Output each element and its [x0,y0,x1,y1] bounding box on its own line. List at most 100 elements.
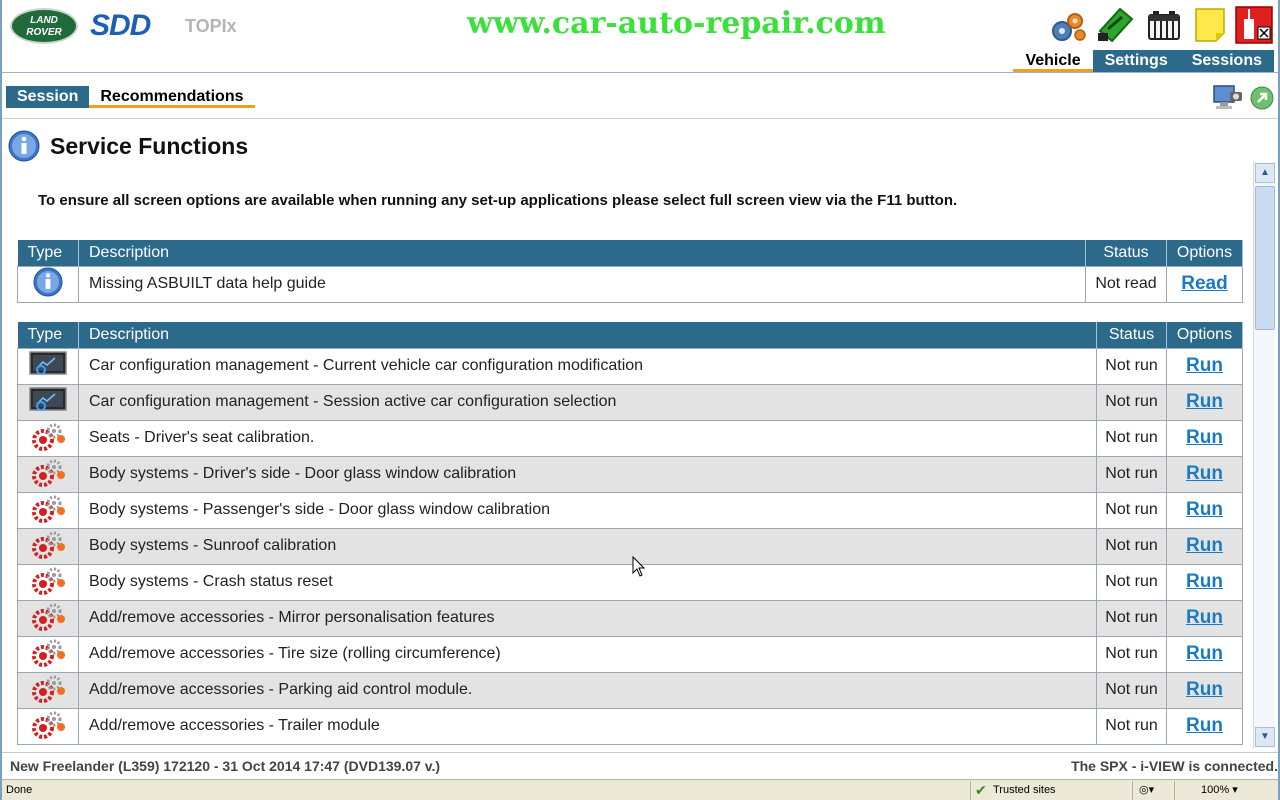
header-divider [2,72,1278,73]
page-status: Done [6,784,33,796]
app-footer: New Freelander (L359) 172120 - 31 Oct 20… [2,752,1278,778]
description-cell: Body systems - Passenger's side - Door g… [78,491,1097,529]
config-monitor-icon [29,350,67,375]
run-link-cell: Run [1166,671,1243,709]
run-link[interactable]: Run [1186,571,1223,592]
table-row: Add/remove accessories - Trailer module N… [17,707,1243,745]
app-header: LAND ROVER SDD TOPIx www.car-auto-repair.… [2,0,1278,52]
run-link[interactable]: Run [1186,355,1223,376]
column-header-description: Description [78,322,1097,348]
type-cell [17,491,79,529]
status-cell: Not run [1096,419,1167,457]
browser-status-bar: Done ✔ Trusted sites ◎▾ 100% ▾ [2,779,1278,800]
gears-icon [32,603,65,631]
tab-session[interactable]: Session [6,86,90,108]
connection-status: The SPX - i-VIEW is connected. [1071,758,1278,774]
status-cell: Not run [1096,527,1167,565]
description-cell: Add/remove accessories - Parking aid con… [78,671,1097,709]
status-cell: Not run [1096,491,1167,529]
type-cell [17,563,79,601]
exit-icon[interactable] [1234,5,1274,45]
zoom-level: 100% [1201,784,1230,796]
mouse-cursor-icon [632,556,646,577]
run-link-cell: Run [1166,455,1243,493]
zoom-control[interactable]: 100% ▾ [1174,781,1274,800]
notes-icon[interactable] [1190,5,1230,45]
table-row: Car configuration management - Session a… [17,383,1243,421]
land-rover-logo: LAND ROVER [10,8,78,44]
run-link-cell: Run [1166,635,1243,673]
sub-tab-bar: Session Recommendations [6,86,255,108]
main-tab-bar: Vehicle Settings Sessions [1013,50,1274,72]
settings-gears-icon[interactable] [1048,5,1088,45]
status-cell: Not run [1096,635,1167,673]
scroll-up-button[interactable]: ▲ [1255,163,1275,183]
battery-icon[interactable] [1144,5,1184,45]
description-cell: Car configuration management - Session a… [78,383,1097,421]
monitor-camera-icon[interactable] [1212,82,1244,112]
column-header-type: Type [17,322,79,348]
table-row: Add/remove accessories - Parking aid con… [17,671,1243,709]
description-cell: Body systems - Sunroof calibration [78,527,1097,565]
table-row: Seats - Driver's seat calibration. Not ru… [17,419,1243,457]
run-link-cell: Run [1166,491,1243,529]
run-link-cell: Run [1166,707,1243,745]
description-cell: Seats - Driver's seat calibration. [78,419,1097,457]
column-header-options: Options [1166,240,1243,266]
tab-recommendations[interactable]: Recommendations [89,86,255,108]
read-link-cell: Read [1166,265,1243,303]
type-cell [17,265,79,303]
protected-mode-indicator[interactable]: ◎▾ [1132,781,1172,800]
run-link[interactable]: Run [1186,715,1223,736]
run-link[interactable]: Run [1186,499,1223,520]
checkmark-icon: ✔ [975,782,987,798]
run-link-cell: Run [1166,599,1243,637]
run-link[interactable]: Run [1186,535,1223,556]
run-link-cell: Run [1166,347,1243,385]
functions-table: Type Description Status Options Car conf… [17,322,1243,745]
security-zone[interactable]: ✔ Trusted sites [970,781,1130,800]
column-header-status: Status [1096,322,1167,348]
status-cell: Not run [1096,455,1167,493]
tab-sessions[interactable]: Sessions [1179,50,1274,72]
vertical-scrollbar[interactable]: ▲ ▼ [1253,162,1275,748]
description-cell: Missing ASBUILT data help guide [78,265,1086,303]
next-arrow-icon[interactable] [1250,86,1274,110]
run-link[interactable]: Run [1186,607,1223,628]
gears-icon [32,531,65,559]
column-header-options: Options [1166,322,1243,348]
type-cell [17,347,79,385]
status-cell: Not run [1096,347,1167,385]
scroll-down-button[interactable]: ▼ [1255,727,1275,747]
scroll-thumb[interactable] [1255,186,1275,330]
type-cell [17,455,79,493]
tab-settings[interactable]: Settings [1092,50,1180,72]
vci-interface-icon[interactable] [1096,5,1136,45]
description-cell: Add/remove accessories - Mirror personal… [78,599,1097,637]
run-link-cell: Run [1166,563,1243,601]
table-row: Add/remove accessories - Mirror personal… [17,599,1243,637]
type-cell [17,671,79,709]
description-cell: Car configuration management - Current v… [78,347,1097,385]
type-cell [17,527,79,565]
tab-vehicle[interactable]: Vehicle [1013,50,1093,72]
table-row: Body systems - Driver's side - Door glas… [17,455,1243,493]
run-link[interactable]: Run [1186,679,1223,700]
info-icon [33,267,63,296]
gears-icon [32,567,65,595]
table-row: Add/remove accessories - Tire size (roll… [17,635,1243,673]
run-link[interactable]: Run [1186,427,1223,448]
table-row: Body systems - Passenger's side - Door g… [17,491,1243,529]
page-title-row: Service Functions [8,130,248,162]
gears-icon [32,459,65,487]
run-link[interactable]: Run [1186,463,1223,484]
column-header-type: Type [17,240,79,266]
zone-label: Trusted sites [993,784,1056,796]
table-row: Missing ASBUILT data help guide Not read… [17,265,1243,303]
run-link[interactable]: Run [1186,643,1223,664]
functions-table-body: Car configuration management - Current v… [17,347,1243,745]
table-row: Body systems - Sunroof calibration Not ru… [17,527,1243,565]
table-row: Body systems - Crash status reset Not run… [17,563,1243,601]
read-link[interactable]: Read [1181,273,1227,294]
run-link[interactable]: Run [1186,391,1223,412]
